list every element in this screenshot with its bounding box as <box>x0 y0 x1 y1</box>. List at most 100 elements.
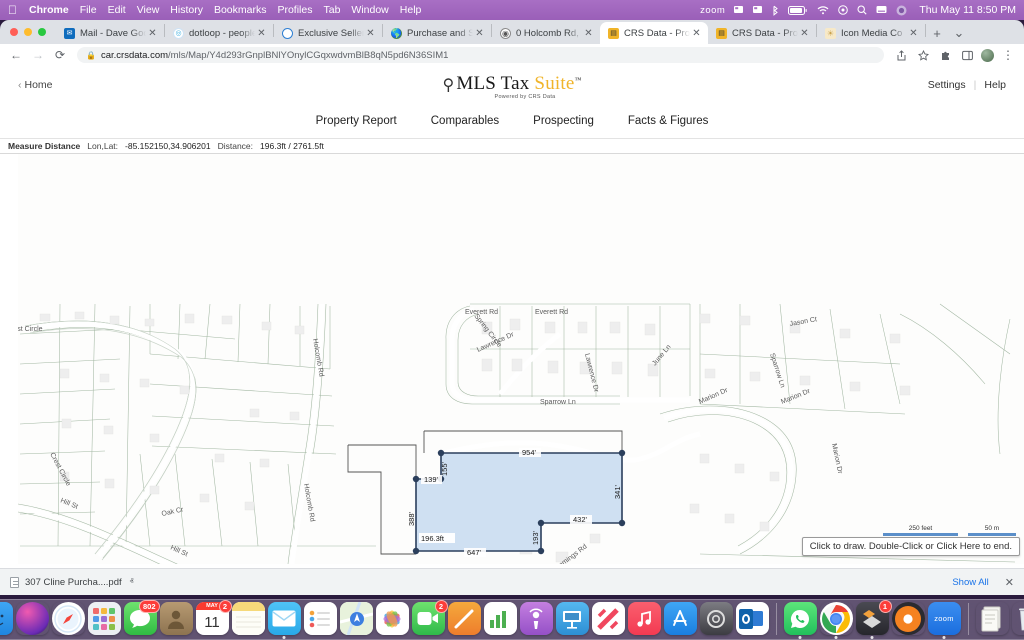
dock-item-mail[interactable] <box>268 602 301 635</box>
extensions-puzzle-icon[interactable] <box>935 46 955 64</box>
minimize-window-button[interactable] <box>24 28 32 36</box>
tab-prospecting[interactable]: Prospecting <box>531 112 596 130</box>
menu-item-tab[interactable]: Tab <box>323 4 340 16</box>
reload-button[interactable]: ⟳ <box>50 46 70 64</box>
siri-icon[interactable] <box>896 5 907 16</box>
dock-item-whatsapp[interactable] <box>784 602 817 635</box>
street-label-everett-rd: Everett Rd <box>465 309 498 316</box>
new-tab-button[interactable]: + <box>926 22 948 44</box>
url-text: car.crsdata.com/mls/Map/Y4d293rGnplBNlYO… <box>101 50 448 61</box>
display-icon[interactable] <box>876 5 887 15</box>
screen-record-icon[interactable] <box>753 5 763 15</box>
dock-item-outlook[interactable] <box>736 602 769 635</box>
tab-dotloop[interactable]: ◎ dotloop - peoplework ✕ <box>165 22 273 44</box>
chrome-menu-icon[interactable]: ⋮ <box>998 46 1018 64</box>
dock-item-reminders[interactable] <box>304 602 337 635</box>
tab-exclusive-seller-broker[interactable]: Exclusive Seller Broke ✕ <box>274 22 382 44</box>
download-chevron-up-icon[interactable]: ⱏ <box>130 577 134 587</box>
settings-link[interactable]: Settings <box>928 79 966 91</box>
url-path: /mls/Map/Y4d293rGnplBNlYOnylCGqxwdvmBlB8… <box>168 50 448 61</box>
tab-comparables[interactable]: Comparables <box>429 112 501 130</box>
menu-item-edit[interactable]: Edit <box>108 4 126 16</box>
menu-item-chrome[interactable]: Chrome <box>29 4 69 16</box>
dock-item-launchpad[interactable] <box>88 602 121 635</box>
menu-item-view[interactable]: View <box>137 4 160 16</box>
dock-item-maps[interactable] <box>340 602 373 635</box>
help-link[interactable]: Help <box>984 79 1006 91</box>
menu-item-help[interactable]: Help <box>400 4 422 16</box>
control-center-icon[interactable] <box>838 5 848 15</box>
menu-item-bookmarks[interactable]: Bookmarks <box>214 4 267 16</box>
side-panel-icon[interactable] <box>957 46 977 64</box>
parcel-map-svg[interactable]: 954' 155' 139' 388' 196.3ft 647' 193' 43… <box>0 154 1024 564</box>
dock-item-documents-stack[interactable] <box>976 602 1009 635</box>
dock-item-numbers[interactable] <box>484 602 517 635</box>
tab-icon-media-co[interactable]: ☀ Icon Media Co ✕ <box>817 22 925 44</box>
tab-search-chevron-down-icon[interactable]: ⌄ <box>948 22 970 44</box>
tab-purchase-and-sale[interactable]: 🌎 Purchase and Sale A ✕ <box>383 22 491 44</box>
profile-avatar[interactable] <box>981 49 994 62</box>
map-canvas[interactable]: 954' 155' 139' 388' 196.3ft 647' 193' 43… <box>0 154 1024 564</box>
close-tab-icon[interactable]: ✕ <box>582 28 595 39</box>
dock-item-notes[interactable] <box>232 602 265 635</box>
dock-item-dropbox[interactable]: 1 <box>856 602 889 635</box>
dock-item-facetime[interactable]: 2 <box>412 602 445 635</box>
close-tab-icon[interactable]: ✕ <box>146 28 159 39</box>
tab-crs-data-property-active[interactable]: ▤ CRS Data - Property ✕ <box>600 22 708 44</box>
bookmark-star-icon[interactable] <box>913 46 933 64</box>
close-tab-icon[interactable]: ✕ <box>364 28 377 39</box>
dock-item-music[interactable] <box>628 602 661 635</box>
dock-item-orange-app[interactable] <box>892 602 925 635</box>
screen-share-icon[interactable] <box>734 5 744 15</box>
running-indicator <box>799 636 802 639</box>
menu-item-profiles[interactable]: Profiles <box>277 4 312 16</box>
tab-property-report[interactable]: Property Report <box>314 112 399 130</box>
header-divider: | <box>974 79 977 91</box>
dock-item-freeform[interactable] <box>448 602 481 635</box>
download-item[interactable]: 307 Cline Purcha....pdf ⱏ <box>10 577 134 588</box>
maximize-window-button[interactable] <box>38 28 46 36</box>
tab-crs-data-property-2[interactable]: ▤ CRS Data - Property ✕ <box>708 22 816 44</box>
show-all-downloads-button[interactable]: Show All <box>946 575 994 590</box>
forward-button[interactable]: → <box>28 46 48 64</box>
wifi-icon[interactable] <box>817 6 829 15</box>
battery-icon[interactable] <box>788 6 808 15</box>
close-tab-icon[interactable]: ✕ <box>473 28 486 39</box>
dock-item-system-settings[interactable] <box>700 602 733 635</box>
dock-item-zoom[interactable]: zoom <box>928 602 961 635</box>
address-bar[interactable]: 🔒 car.crsdata.com/mls/Map/Y4d293rGnplBNl… <box>77 47 884 63</box>
close-window-button[interactable] <box>10 28 18 36</box>
bluetooth-icon[interactable] <box>772 5 779 16</box>
tab-facts-and-figures[interactable]: Facts & Figures <box>626 112 711 130</box>
share-icon[interactable] <box>891 46 911 64</box>
dock-item-news[interactable] <box>592 602 625 635</box>
close-tab-icon[interactable]: ✕ <box>907 28 920 39</box>
dock-item-siri[interactable] <box>16 602 49 635</box>
menu-item-window[interactable]: Window <box>351 4 388 16</box>
dock-item-calendar[interactable]: MAY 11 2 <box>196 602 229 635</box>
dock-item-messages[interactable]: 802 <box>124 602 157 635</box>
dock-item-podcasts[interactable] <box>520 602 553 635</box>
close-tab-icon[interactable]: ✕ <box>255 28 268 39</box>
close-tab-icon[interactable]: ✕ <box>690 28 703 39</box>
menu-status-zoom[interactable]: zoom <box>700 5 725 16</box>
tab-mail-dave-goodyear[interactable]: ✉ Mail - Dave Goodyear ✕ <box>56 22 164 44</box>
tab-title: CRS Data - Property <box>732 28 798 39</box>
tab-0-holcomb-rd[interactable]: ◉ 0 Holcomb Rd, Ringg ✕ <box>492 22 600 44</box>
dock-item-trash[interactable] <box>1012 602 1024 635</box>
spotlight-search-icon[interactable] <box>857 5 867 15</box>
dock-item-safari[interactable] <box>52 602 85 635</box>
dock-item-contacts[interactable] <box>160 602 193 635</box>
dock-item-finder[interactable] <box>0 602 13 635</box>
menu-item-history[interactable]: History <box>170 4 203 16</box>
menu-item-file[interactable]: File <box>80 4 97 16</box>
close-tab-icon[interactable]: ✕ <box>798 28 811 39</box>
back-button[interactable]: ← <box>6 46 26 64</box>
dock-item-chrome[interactable] <box>820 602 853 635</box>
dock-item-app-store[interactable] <box>664 602 697 635</box>
dock-item-photos[interactable] <box>376 602 409 635</box>
apple-icon[interactable]:  <box>8 3 17 17</box>
dock-item-keynote[interactable] <box>556 602 589 635</box>
menu-clock[interactable]: Thu May 11 8:50 PM <box>919 4 1016 16</box>
close-downloads-bar-button[interactable]: ✕ <box>1005 576 1014 589</box>
